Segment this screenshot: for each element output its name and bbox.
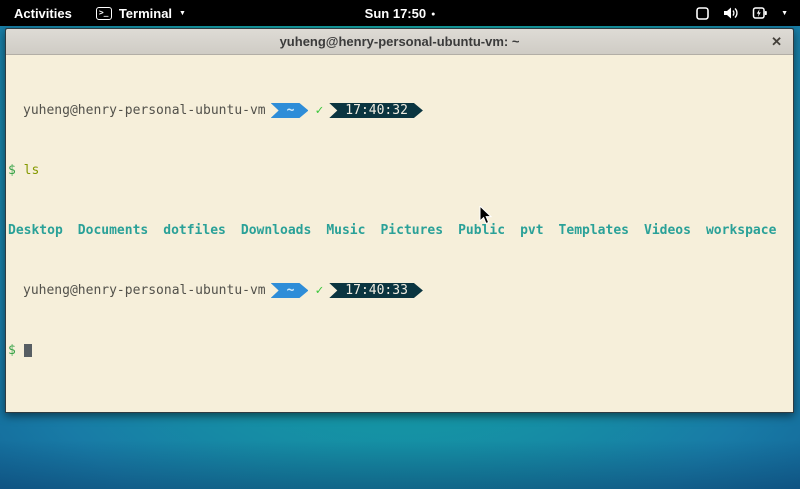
- titlebar[interactable]: yuheng@henry-personal-ubuntu-vm: ~ ✕: [6, 29, 793, 55]
- time-ribbon: 17:40:32: [329, 103, 423, 118]
- prompt-symbol: $: [8, 343, 16, 358]
- directory-item: Downloads: [241, 223, 311, 238]
- prompt-user-host: yuheng@henry-personal-ubuntu-vm: [23, 103, 266, 118]
- display-icon: [695, 6, 710, 21]
- terminal-content[interactable]: yuheng@henry-personal-ubuntu-vm ~ ✓ 17:4…: [6, 55, 793, 412]
- directory-item: Desktop: [8, 223, 63, 238]
- close-icon[interactable]: ✕: [771, 29, 782, 54]
- chevron-down-icon: ▼: [179, 10, 186, 17]
- cwd-ribbon: ~: [271, 103, 309, 118]
- prompt-user-host: yuheng@henry-personal-ubuntu-vm: [23, 283, 266, 298]
- directory-item: pvt: [520, 223, 543, 238]
- activities-button[interactable]: Activities: [0, 0, 86, 26]
- clock-label: Sun 17:50: [365, 6, 426, 21]
- directory-item: workspace: [706, 223, 776, 238]
- ls-output-line: Desktop Documents dotfiles Downloads Music Pi…: [8, 223, 793, 238]
- prompt-symbol: $: [8, 163, 16, 178]
- status-check-icon: ✓: [315, 103, 323, 118]
- desktop: Activities >_ Terminal ▼ Sun 17:50 ●: [0, 0, 800, 489]
- command-line: $ ls: [8, 163, 793, 178]
- activities-label: Activities: [14, 6, 72, 21]
- system-tray-menu[interactable]: ▼: [683, 0, 800, 26]
- directory-item: Videos: [644, 223, 691, 238]
- top-bar: Activities >_ Terminal ▼ Sun 17:50 ●: [0, 0, 800, 26]
- prompt-line: yuheng@henry-personal-ubuntu-vm ~ ✓ 17:4…: [8, 283, 793, 298]
- app-menu-terminal[interactable]: >_ Terminal ▼: [86, 0, 196, 26]
- notification-dot-icon: ●: [431, 11, 435, 18]
- clock-button[interactable]: Sun 17:50 ●: [365, 6, 436, 21]
- cursor-line: $: [8, 343, 793, 358]
- prompt-line: yuheng@henry-personal-ubuntu-vm ~ ✓ 17:4…: [8, 103, 793, 118]
- system-caret-down-icon: ▼: [781, 10, 788, 17]
- directory-item: Documents: [78, 223, 148, 238]
- cwd-ribbon: ~: [271, 283, 309, 298]
- time-ribbon: 17:40:33: [329, 283, 423, 298]
- window-title: yuheng@henry-personal-ubuntu-vm: ~: [280, 34, 520, 49]
- mouse-cursor-icon: [479, 206, 493, 226]
- directory-item: Music: [326, 223, 365, 238]
- directory-item: Pictures: [380, 223, 443, 238]
- directory-item: Templates: [559, 223, 629, 238]
- command-text: ls: [24, 163, 40, 178]
- app-menu-label: Terminal: [119, 6, 172, 21]
- volume-icon: [723, 6, 739, 20]
- terminal-window: yuheng@henry-personal-ubuntu-vm: ~ ✕ yuh…: [5, 28, 794, 413]
- block-cursor: [24, 344, 32, 357]
- terminal-app-icon: >_: [96, 7, 112, 20]
- battery-charging-icon: [752, 6, 768, 20]
- directory-item: dotfiles: [163, 223, 226, 238]
- status-check-icon: ✓: [315, 283, 323, 298]
